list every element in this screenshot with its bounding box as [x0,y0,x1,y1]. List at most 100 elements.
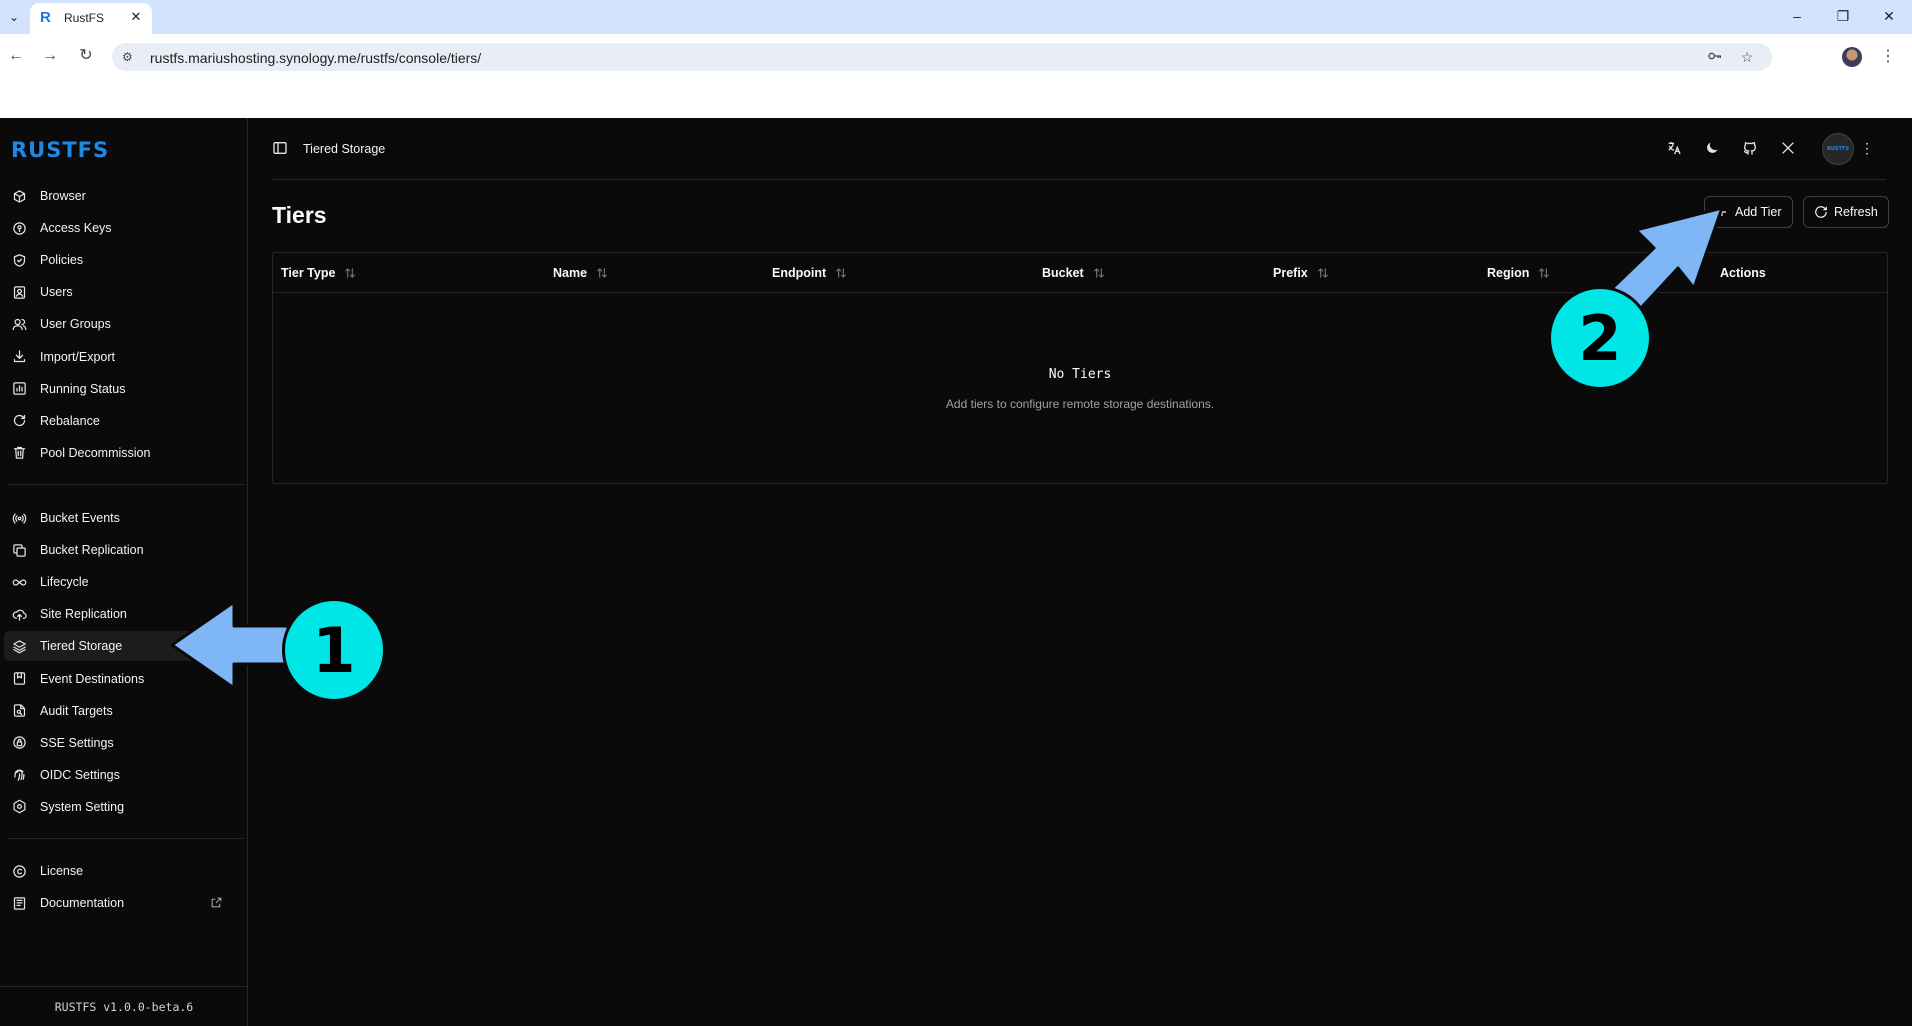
x-twitter-icon[interactable] [1778,138,1798,158]
address-bar[interactable]: ⚙ rustfs.mariushosting.synology.me/rustf… [112,43,1772,71]
sidebar-item-pool-decommission[interactable]: Pool Decommission [4,438,242,468]
sidebar-item-label: License [40,864,84,878]
sidebar-item-bucket-events[interactable]: Bucket Events [4,503,242,533]
key-circle-icon [10,219,28,237]
sidebar-item-label: Browser [40,189,86,203]
refresh-button[interactable]: Refresh [1803,196,1889,228]
column-header-label: Name [553,266,588,280]
sort-arrows-icon[interactable] [834,266,848,280]
broadcast-icon [10,509,28,527]
sort-arrows-icon[interactable] [343,266,357,280]
sidebar-item-bucket-replication[interactable]: Bucket Replication [4,535,242,565]
github-icon[interactable] [1740,138,1760,158]
annotation-badge-1: 1 [282,598,386,702]
sidebar-item-label: Bucket Replication [40,543,144,558]
empty-state-subtitle: Add tiers to configure remote storage de… [945,397,1215,411]
user-card-icon [10,283,28,301]
bookmark-star-icon[interactable]: ☆ [1738,48,1756,66]
sidebar-item-access-keys[interactable]: Access Keys [4,213,242,243]
rustfs-logo[interactable]: RUSTFS [11,138,109,162]
bookmark-icon [10,670,28,688]
sidebar-item-running-status[interactable]: Running Status [4,374,242,404]
sidebar-item-lifecycle[interactable]: Lifecycle [4,567,242,597]
tab-close-icon[interactable]: ✕ [128,9,144,25]
empty-state-title: No Tiers [1048,367,1112,382]
infinity-icon [10,573,28,591]
sidebar-item-user-groups[interactable]: User Groups [4,309,242,339]
browser-toolbar: ← → ↻ ⚙ rustfs.mariushosting.synology.me… [0,34,1912,118]
window-close-icon[interactable]: ✕ [1874,6,1904,26]
sidebar-item-browser[interactable]: Browser [4,181,242,211]
tab-search-chevron-icon[interactable]: ⌄ [4,7,24,27]
column-header-endpoint[interactable]: Endpoint [772,266,848,280]
sidebar-item-rebalance[interactable]: Rebalance [4,406,242,436]
dark-mode-moon-icon[interactable] [1702,138,1722,158]
column-header-prefix[interactable]: Prefix [1273,266,1330,280]
sidebar-divider [8,484,244,485]
sort-arrows-icon[interactable] [595,266,609,280]
sidebar-item-sse-settings[interactable]: SSE Settings [4,728,242,758]
url-text[interactable]: rustfs.mariushosting.synology.me/rustfs/… [150,50,481,66]
sidebar-item-users[interactable]: Users [4,277,242,307]
column-header-label: Bucket [1042,266,1084,280]
tab-title: RustFS [64,11,105,25]
sidebar-item-oidc-settings[interactable]: OIDC Settings [4,760,242,790]
column-header-label: Region [1487,266,1530,280]
column-header-tier-type[interactable]: Tier Type [281,266,357,280]
minimize-icon[interactable]: – [1782,6,1812,26]
sidebar-item-label: Documentation [40,896,125,911]
column-header-label: Prefix [1273,266,1308,280]
more-options-icon[interactable]: ⋮ [1860,138,1874,158]
sidebar-item-documentation[interactable]: Documentation [4,888,242,918]
site-settings-icon[interactable]: ⚙ [122,49,138,65]
sidebar-item-label: Lifecycle [40,575,89,590]
book-icon [10,894,28,912]
column-header-bucket[interactable]: Bucket [1042,266,1106,280]
forward-arrow-icon[interactable]: → [38,44,62,68]
download-icon [10,348,28,366]
sort-arrows-icon[interactable] [1092,266,1106,280]
browser-profile-avatar[interactable] [1842,47,1862,67]
file-search-icon [10,702,28,720]
browser-tab[interactable]: R RustFS ✕ [30,3,152,34]
browser-tab-bar: ⌄ R RustFS ✕ – ❐ ✕ [0,0,1912,34]
refresh-icon [10,412,28,430]
sidebar-toggle-icon[interactable] [272,140,290,158]
sidebar-item-label: System Setting [40,799,125,814]
layers-icon [10,637,28,655]
password-key-icon[interactable] [1706,48,1724,66]
browser-menu-icon[interactable]: ⋮ [1880,46,1896,68]
sidebar-item-license[interactable]: License [4,856,242,886]
reload-icon[interactable]: ↻ [74,44,98,68]
column-header-label: Endpoint [772,266,827,280]
sort-arrows-icon[interactable] [1537,266,1551,280]
settings-icon [10,798,28,816]
page-title: Tiers [272,202,327,228]
sort-arrows-icon[interactable] [1316,266,1330,280]
sidebar: RUSTFS Browser Access Keys Policies Users Us… [0,118,248,1026]
sidebar-item-policies[interactable]: Policies [4,245,242,275]
column-header-name[interactable]: Name [553,266,609,280]
cube-icon [10,187,28,205]
column-header-region[interactable]: Region [1487,266,1551,280]
sidebar-item-label: Event Destinations [40,671,145,686]
external-link-icon [210,896,224,910]
copyright-icon [10,862,28,880]
sidebar-item-label: User Groups [40,317,111,332]
user-avatar[interactable]: RUSTFS [1822,133,1854,165]
sidebar-item-audit-targets[interactable]: Audit Targets [4,696,242,726]
back-arrow-icon[interactable]: ← [4,44,28,68]
cloud-upload-icon [10,605,28,623]
sidebar-item-label: Import/Export [40,349,116,364]
sidebar-item-import-export[interactable]: Import/Export [4,342,242,372]
annotation-badge-2: 2 [1548,286,1652,390]
sidebar-item-label: OIDC Settings [40,767,120,782]
sidebar-item-system-setting[interactable]: System Setting [4,792,242,822]
sidebar-item-label: Bucket Events [40,511,120,525]
restore-icon[interactable]: ❐ [1828,6,1858,26]
add-tier-label: Add Tier [1735,205,1782,219]
sidebar-item-label: Tiered Storage [40,639,123,654]
translate-icon[interactable] [1664,138,1684,158]
sidebar-item-label: Access Keys [40,221,112,236]
users-icon [10,315,28,333]
